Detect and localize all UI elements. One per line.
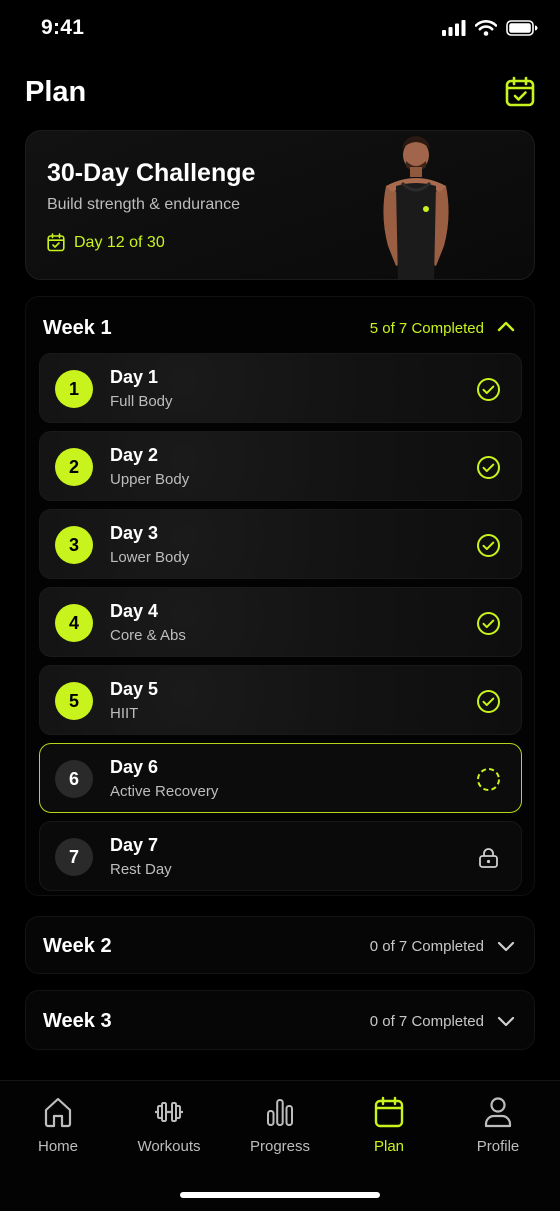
day-number-badge: 6 (55, 760, 93, 798)
cellular-signal-icon (442, 20, 466, 36)
tab-label: Workouts (137, 1138, 201, 1155)
bar-chart-icon (267, 1099, 293, 1126)
day-workout: Rest Day (110, 861, 172, 878)
page-header: Plan (25, 74, 535, 114)
day-row-locked[interactable]: 7 Day 7 Rest Day (39, 821, 522, 891)
in-progress-dashed-circle-icon (477, 768, 500, 791)
check-circle-icon (477, 378, 500, 401)
challenge-subtitle: Build strength & endurance (47, 196, 241, 213)
day-row[interactable]: 3 Day 3 Lower Body (39, 509, 522, 579)
check-circle-icon (477, 456, 500, 479)
status-icons (442, 20, 538, 36)
day-row-current[interactable]: 6 Day 6 Active Recovery (39, 743, 522, 813)
day-row[interactable]: 5 Day 5 HIIT (39, 665, 522, 735)
chevron-up-icon[interactable] (496, 317, 516, 337)
calendar-button[interactable] (505, 76, 535, 108)
tab-label: Profile (476, 1138, 520, 1155)
tab-label: Home (37, 1138, 78, 1155)
day-title: Day 2 (110, 445, 159, 465)
day-workout: HIIT (110, 705, 139, 722)
check-circle-icon (477, 612, 500, 635)
week-panel-week-2[interactable]: Week 2 0 of 7 Completed (25, 916, 535, 974)
lock-icon (479, 848, 498, 868)
user-icon (484, 1097, 512, 1128)
home-icon (44, 1097, 72, 1128)
status-bar: 9:41 (0, 0, 560, 60)
challenge-day-text: Day 12 of 30 (74, 233, 165, 251)
chevron-down-icon[interactable] (496, 936, 516, 956)
day-number-badge: 7 (55, 838, 93, 876)
day-workout: Lower Body (110, 549, 190, 566)
day-title: Day 4 (110, 601, 159, 621)
check-circle-icon (477, 690, 500, 713)
day-number-badge: 5 (55, 682, 93, 720)
day-workout: Upper Body (110, 471, 190, 488)
tab-profile[interactable]: Profile (448, 1095, 548, 1165)
page-title: Plan (25, 76, 87, 108)
wifi-icon (475, 20, 497, 36)
chevron-down-icon[interactable] (496, 1011, 516, 1031)
home-indicator (180, 1192, 380, 1198)
week-progress: 0 of 7 Completed (369, 938, 484, 955)
calendar-check-icon (505, 76, 535, 107)
day-workout: Full Body (110, 393, 173, 410)
day-workout: Core & Abs (110, 627, 186, 644)
challenge-day-progress: Day 12 of 30 (47, 233, 165, 252)
athlete-image (383, 136, 449, 279)
day-row[interactable]: 1 Day 1 Full Body (39, 353, 522, 423)
tab-progress[interactable]: Progress (230, 1095, 330, 1165)
tab-workouts[interactable]: Workouts (119, 1095, 219, 1165)
tab-label: Progress (249, 1138, 311, 1155)
week-title: Week 2 (43, 935, 112, 957)
check-circle-icon (477, 534, 500, 557)
day-number-badge: 4 (55, 604, 93, 642)
day-title: Day 5 (110, 679, 159, 699)
day-title: Day 6 (110, 757, 159, 777)
tab-home[interactable]: Home (8, 1095, 108, 1165)
day-row[interactable]: 2 Day 2 Upper Body (39, 431, 522, 501)
day-title: Day 1 (110, 367, 159, 387)
status-time: 9:41 (41, 16, 85, 39)
calendar-check-icon (47, 233, 65, 252)
day-workout: Active Recovery (110, 783, 219, 800)
week-panel-week-1: Week 1 5 of 7 Completed 1 Day 1 Full Bod… (25, 296, 535, 896)
week-header[interactable]: Week 1 5 of 7 Completed (26, 297, 534, 357)
battery-icon (506, 20, 538, 36)
day-row[interactable]: 4 Day 4 Core & Abs (39, 587, 522, 657)
tab-label: Plan (373, 1138, 405, 1155)
week-panel-week-3[interactable]: Week 3 0 of 7 Completed (25, 990, 535, 1050)
week-progress: 5 of 7 Completed (369, 320, 484, 337)
week-progress: 0 of 7 Completed (369, 1013, 484, 1030)
calendar-icon (374, 1096, 404, 1128)
week-title: Week 3 (43, 1010, 112, 1032)
day-number-badge: 2 (55, 448, 93, 486)
week-title: Week 1 (43, 317, 112, 339)
challenge-title: 30-Day Challenge (47, 159, 256, 187)
day-number-badge: 3 (55, 526, 93, 564)
tab-plan[interactable]: Plan (339, 1095, 439, 1165)
challenge-card[interactable]: 30-Day Challenge Build strength & endura… (25, 130, 535, 280)
dumbbell-icon (155, 1102, 183, 1122)
day-title: Day 7 (110, 835, 159, 855)
day-title: Day 3 (110, 523, 159, 543)
day-number-badge: 1 (55, 370, 93, 408)
